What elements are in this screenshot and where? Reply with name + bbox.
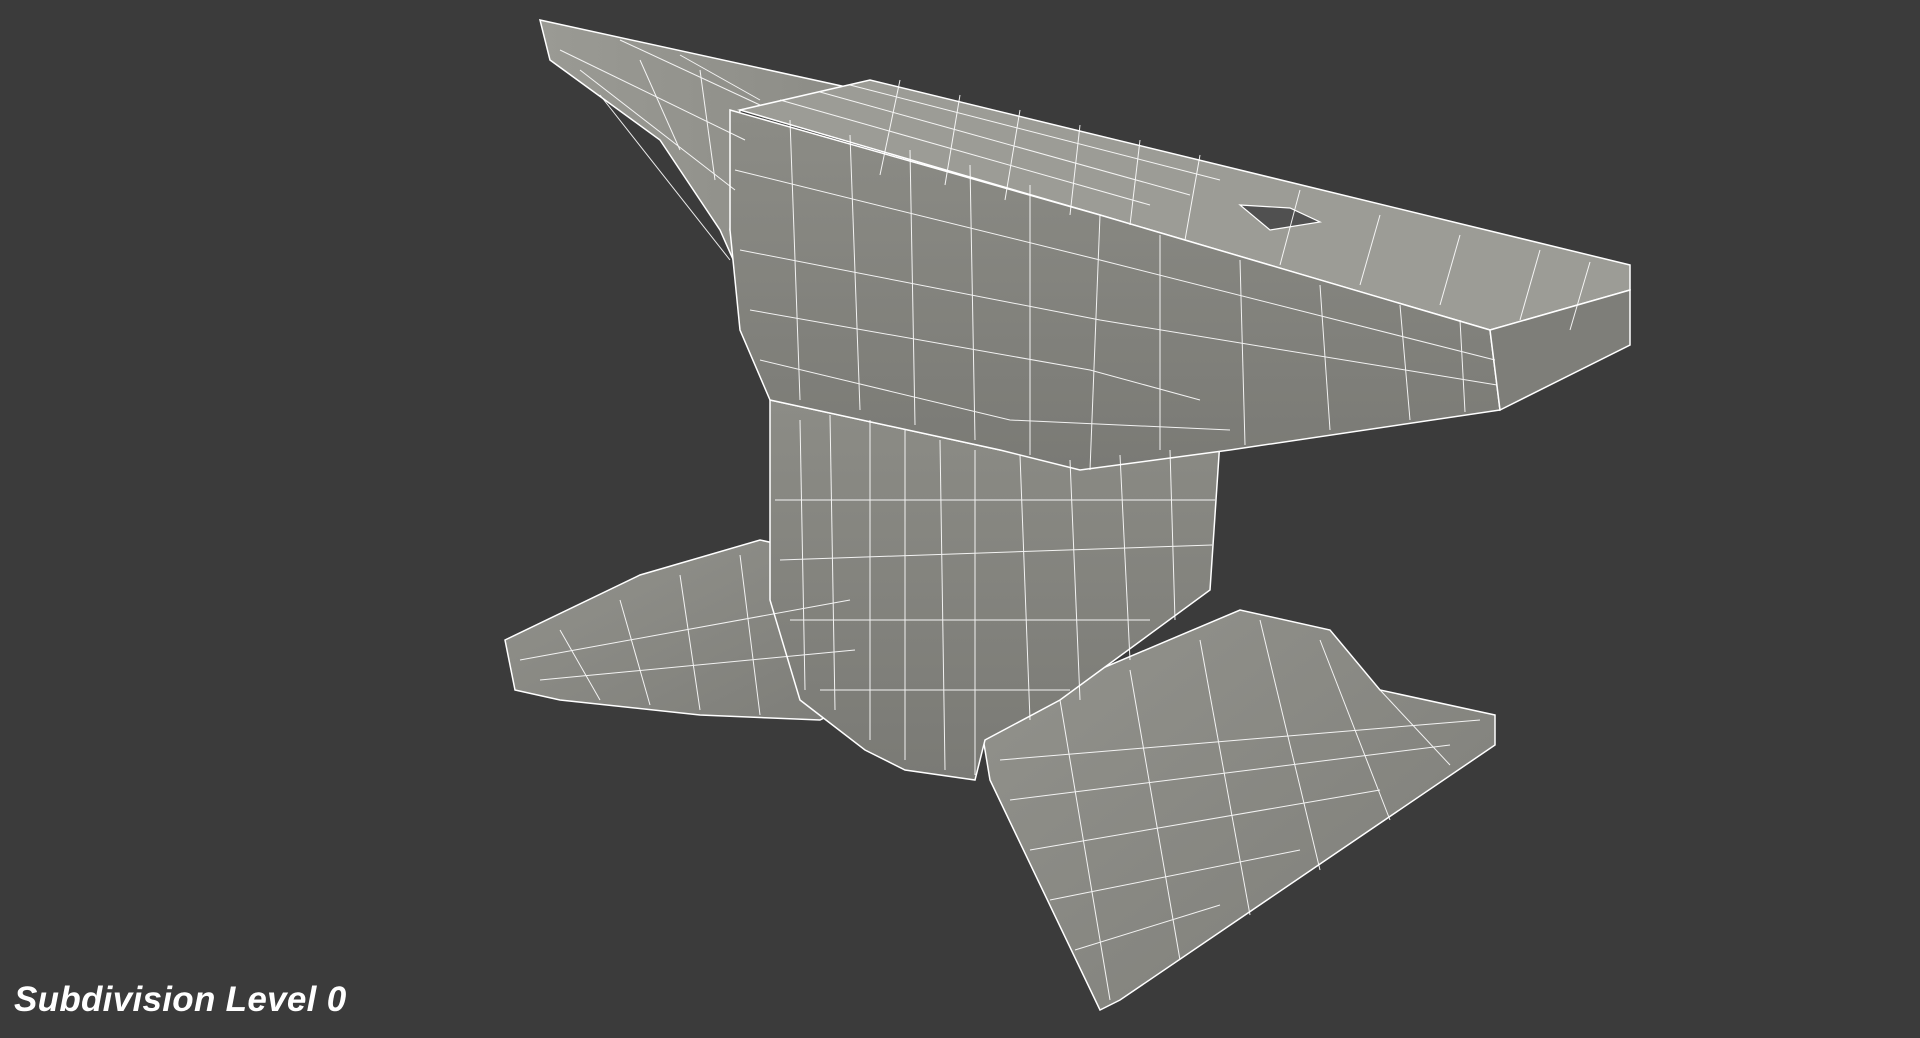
subdivision-level-caption: Subdivision Level 0 bbox=[14, 980, 347, 1019]
anvil-wireframe-icon bbox=[504, 19, 1631, 1012]
render-viewport[interactable]: Subdivision Level 0 bbox=[0, 0, 1920, 1038]
